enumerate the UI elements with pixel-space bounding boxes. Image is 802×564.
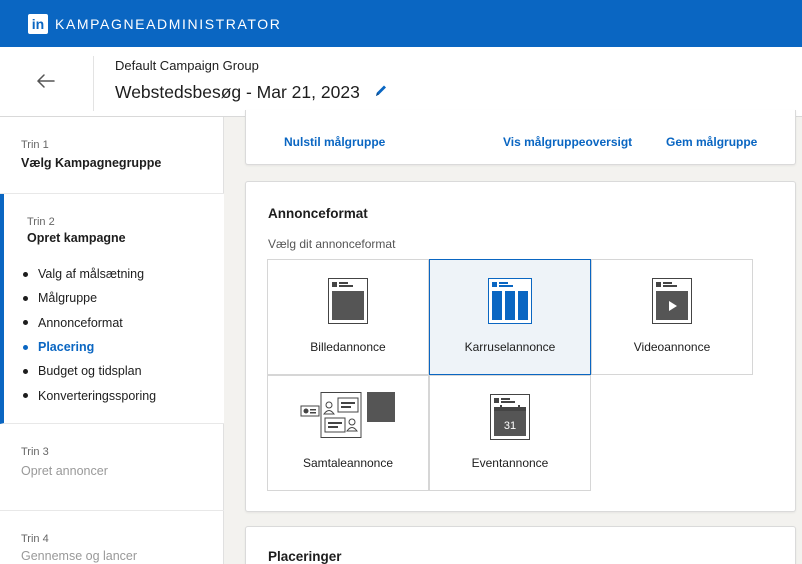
app-title: KAMPAGNEADMINISTRATOR bbox=[55, 15, 282, 32]
subitem-ad-format[interactable]: Annonceformat bbox=[23, 311, 156, 335]
subitem-conversion[interactable]: Konverteringssporing bbox=[23, 383, 156, 407]
image-ad-icon bbox=[328, 278, 368, 329]
reset-audience-link[interactable]: Nulstil målgruppe bbox=[284, 135, 385, 149]
arrow-left-icon[interactable] bbox=[34, 69, 62, 93]
format-option-event[interactable]: 31 Eventannonce bbox=[429, 375, 591, 491]
step-name: Opret kampagne bbox=[27, 231, 126, 245]
placements-card: Placeringer bbox=[245, 526, 796, 564]
step-2-subitems: Valg af målsætning Målgruppe Annonceform… bbox=[23, 262, 156, 408]
save-audience-link[interactable]: Gem målgruppe bbox=[666, 135, 757, 149]
steps-sidebar: Trin 1 Vælg Kampagnegruppe Trin 2 Opret … bbox=[0, 117, 224, 564]
campaign-name: Webstedsbesøg - Mar 21, 2023 bbox=[115, 82, 360, 102]
subitem-objective[interactable]: Valg af målsætning bbox=[23, 262, 156, 286]
format-label: Samtaleannonce bbox=[302, 456, 394, 470]
step-1[interactable]: Trin 1 Vælg Kampagnegruppe bbox=[0, 117, 224, 194]
format-label: Videoannonce bbox=[633, 340, 711, 354]
audience-overview-link[interactable]: Vis målgruppeoversigt bbox=[503, 135, 632, 149]
bullet bbox=[23, 393, 28, 399]
step-4[interactable]: Trin 4 Gennemse og lancer bbox=[0, 511, 224, 564]
linkedin-logo[interactable]: in bbox=[28, 13, 48, 34]
campaign-header: Default Campaign Group Webstedsbesøg - M… bbox=[0, 47, 802, 117]
step-number: Trin 2 bbox=[27, 216, 55, 228]
bullet bbox=[23, 295, 28, 301]
subitem-placement[interactable]: Placering bbox=[23, 335, 156, 359]
step-number: Trin 3 bbox=[21, 446, 49, 458]
format-option-image[interactable]: Billedannonce bbox=[267, 259, 429, 375]
pencil-icon[interactable] bbox=[374, 83, 388, 99]
step-number: Trin 1 bbox=[21, 139, 49, 151]
ad-format-title: Annonceformat bbox=[268, 206, 368, 221]
step-name: Vælg Kampagnegruppe bbox=[21, 156, 162, 170]
header-divider bbox=[93, 56, 94, 111]
step-number: Trin 4 bbox=[21, 533, 49, 545]
format-label: Billedannonce bbox=[310, 340, 386, 354]
event-ad-icon: 31 bbox=[490, 394, 530, 445]
step-name: Gennemse og lancer bbox=[21, 549, 138, 563]
carousel-ad-icon bbox=[488, 278, 532, 329]
step-3[interactable]: Trin 3 Opret annoncer bbox=[0, 424, 224, 511]
top-bar: in KAMPAGNEADMINISTRATOR bbox=[0, 0, 802, 47]
format-option-conversation[interactable]: Samtaleannonce bbox=[267, 375, 429, 491]
bullet bbox=[23, 271, 28, 277]
format-label: Karruselannonce bbox=[464, 340, 556, 354]
format-label: Eventannonce bbox=[471, 456, 549, 470]
step-2[interactable]: Trin 2 Opret kampagne Valg af målsætning… bbox=[0, 194, 224, 424]
ad-format-hint: Vælg dit annonceformat bbox=[268, 237, 396, 251]
format-option-video[interactable]: Videoannonce bbox=[591, 259, 753, 375]
bullet bbox=[23, 368, 28, 374]
bullet bbox=[23, 320, 28, 326]
subitem-budget[interactable]: Budget og tidsplan bbox=[23, 359, 156, 383]
ad-format-grid: Billedannonce Karruselannonce Videoannon… bbox=[267, 259, 754, 491]
bullet bbox=[23, 344, 28, 350]
conversation-ad-icon bbox=[299, 392, 397, 447]
placements-title: Placeringer bbox=[268, 549, 342, 564]
audience-actions-card: Nulstil målgruppe Vis målgruppeoversigt … bbox=[245, 110, 796, 165]
campaign-group-name: Default Campaign Group bbox=[115, 58, 259, 73]
step-name: Opret annoncer bbox=[21, 464, 108, 478]
subitem-audience[interactable]: Målgruppe bbox=[23, 286, 156, 310]
format-option-carousel[interactable]: Karruselannonce bbox=[429, 259, 591, 375]
event-day: 31 bbox=[504, 420, 516, 432]
video-ad-icon bbox=[652, 278, 692, 329]
